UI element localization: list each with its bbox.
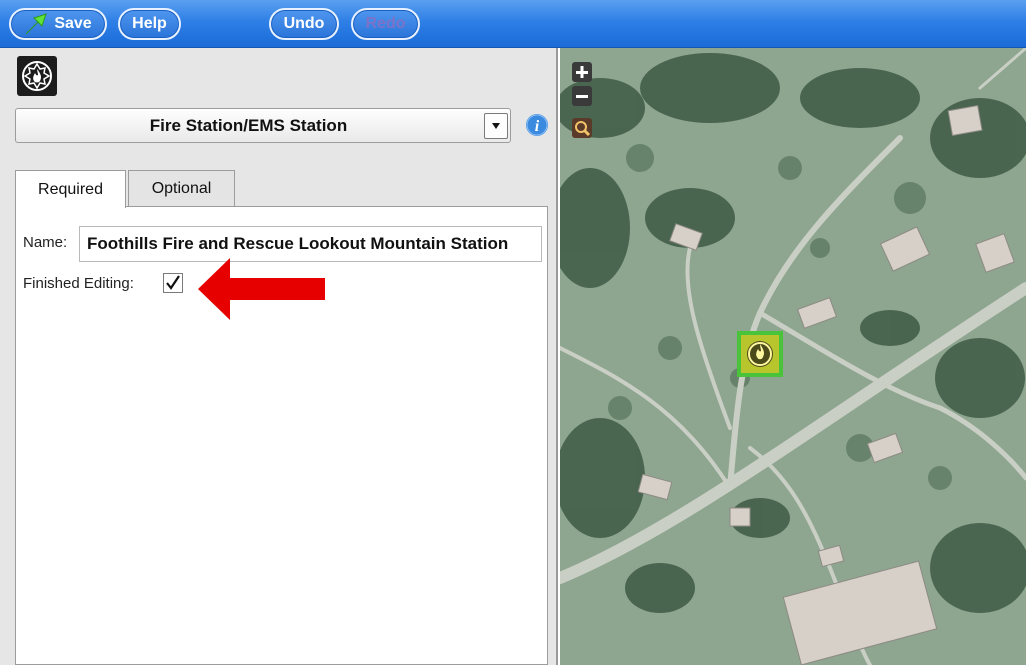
fire-station-marker-icon xyxy=(741,335,779,373)
help-label: Help xyxy=(132,15,167,32)
aerial-imagery xyxy=(560,48,1026,665)
fire-station-marker[interactable] xyxy=(737,331,783,377)
red-arrow-annotation xyxy=(198,258,325,320)
dropdown-toggle-button[interactable] xyxy=(484,113,508,139)
tab-required-label: Required xyxy=(38,180,103,198)
redo-label: Redo xyxy=(365,15,406,32)
chevron-down-icon xyxy=(492,123,500,129)
tab-optional-label: Optional xyxy=(151,180,212,197)
tab-optional[interactable]: Optional xyxy=(128,170,235,207)
zoom-in-button[interactable] xyxy=(572,62,592,82)
tab-required[interactable]: Required xyxy=(15,170,126,208)
zoom-out-icon xyxy=(576,95,588,98)
redo-button[interactable]: Redo xyxy=(351,8,420,40)
finished-editing-checkbox[interactable] xyxy=(163,273,183,293)
save-label: Save xyxy=(54,15,92,32)
undo-label: Undo xyxy=(283,15,325,32)
search-map-button[interactable] xyxy=(572,118,592,138)
svg-text:i: i xyxy=(535,118,540,135)
magnifier-icon xyxy=(575,121,591,137)
aerial-map[interactable] xyxy=(560,48,1026,665)
zoom-in-icon xyxy=(576,66,588,78)
info-icon[interactable]: i xyxy=(525,113,549,137)
feature-type-dropdown[interactable]: Fire Station/EMS Station xyxy=(15,108,511,143)
finished-editing-label: Finished Editing: xyxy=(23,275,134,292)
zoom-out-button[interactable] xyxy=(572,86,592,106)
name-label: Name: xyxy=(23,234,68,251)
checkmark-icon xyxy=(166,275,180,290)
undo-button[interactable]: Undo xyxy=(269,8,339,40)
save-arrow-icon xyxy=(25,13,48,35)
feature-type-label: Fire Station/EMS Station xyxy=(149,116,348,135)
save-button[interactable]: Save xyxy=(9,8,107,40)
help-button[interactable]: Help xyxy=(118,8,181,40)
toolbar: Save Help Undo Redo xyxy=(0,0,1026,48)
name-field[interactable]: Foothills Fire and Rescue Lookout Mounta… xyxy=(79,226,542,262)
fire-station-icon xyxy=(17,56,57,96)
